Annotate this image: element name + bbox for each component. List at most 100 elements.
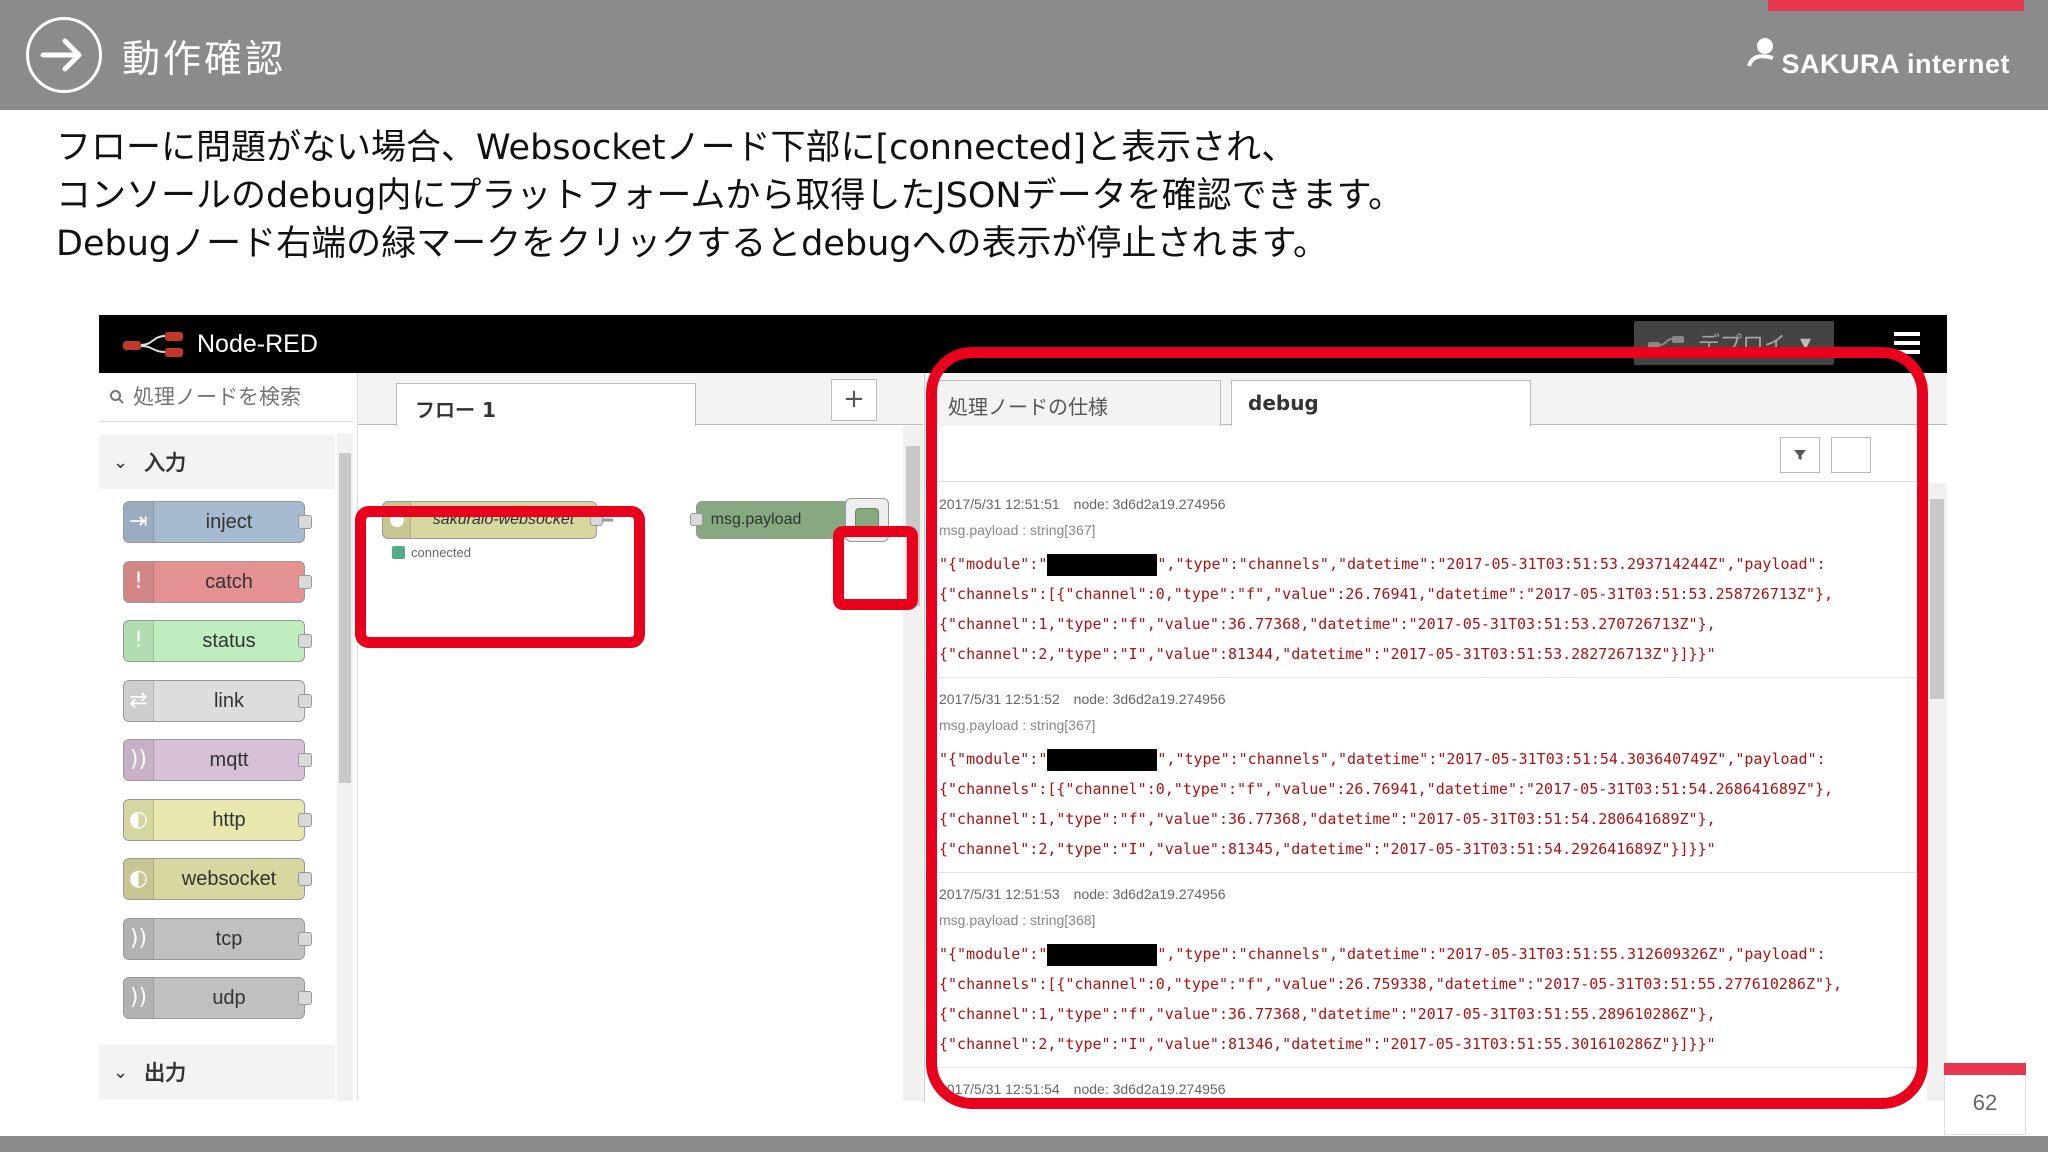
page-number-accent — [1944, 1063, 2026, 1075]
trash-icon[interactable] — [1831, 437, 1871, 473]
scroll-thumb[interactable] — [339, 453, 351, 783]
category-label: 出力 — [144, 1061, 187, 1085]
hamburger-menu-icon[interactable] — [1894, 332, 1920, 354]
debug-node[interactable]: msg.payload — [690, 498, 889, 542]
deploy-button[interactable]: デプロイ ▾ — [1634, 321, 1834, 365]
sidebar-scrollbar[interactable] — [1927, 483, 1947, 1101]
chevron-down-icon: ⌄ — [113, 1061, 129, 1083]
add-flow-button[interactable]: + — [831, 379, 877, 421]
scroll-thumb[interactable] — [906, 446, 920, 606]
brand-name: SAKURA internet — [1781, 49, 2010, 79]
palette-node-mqtt[interactable]: )) mqtt — [123, 739, 312, 781]
palette-node-websocket[interactable]: ◐ websocket — [123, 858, 312, 900]
nodered-title: Node-RED — [197, 329, 318, 358]
node-label: inject — [205, 511, 253, 533]
search-input[interactable] — [133, 385, 323, 409]
node-label: catch — [205, 570, 253, 593]
debug-message: 2017/5/31 12:51:52 node: 3d6d2a19.274956 … — [925, 678, 1925, 873]
message-type: msg.payload : string[367] — [939, 717, 1096, 733]
footer-bar — [0, 1136, 2048, 1152]
palette-scrollbar[interactable] — [337, 433, 353, 1101]
flow-canvas[interactable]: sakuraio-websocket connected msg.payload — [358, 426, 903, 1101]
payload-text: {"channel":2,"type":"I","value":81346,"d… — [939, 1035, 1716, 1053]
debug-active-icon — [855, 508, 879, 532]
slide-header: 動作確認 SAKURA internet — [0, 0, 2048, 110]
output-port[interactable] — [298, 931, 312, 946]
palette-node-udp[interactable]: )) udp — [123, 977, 312, 1019]
payload-text: "{"module":" — [939, 750, 1048, 768]
message-node[interactable]: node: 3d6d2a19.274956 — [1074, 886, 1226, 902]
output-port[interactable] — [298, 753, 312, 767]
payload-text: {"channel":1,"type":"f","value":36.77368… — [939, 1005, 1716, 1023]
status-icon: ! — [124, 621, 154, 661]
workspace-scrollbar[interactable] — [903, 426, 923, 1101]
payload-text: "{"module":" — [939, 555, 1048, 573]
message-node[interactable]: node: 3d6d2a19.274956 — [1074, 496, 1226, 512]
deploy-icon — [1648, 336, 1684, 349]
message-meta: 2017/5/31 12:51:54 node: 3d6d2a19.274956 — [939, 1076, 1925, 1101]
sidebar-tabs: 処理ノードの仕様 debug — [925, 373, 1947, 426]
output-port[interactable] — [298, 991, 312, 1005]
slide-description: フローに問題がない場合、Websocketノード下部に[connected]と表… — [56, 124, 2016, 268]
payload-text: ","type":"channels","datetime":"2017-05-… — [1157, 750, 1826, 768]
websocket-icon — [383, 502, 411, 538]
palette-category-input[interactable]: ⌄ 入力 — [99, 435, 335, 489]
output-port[interactable] — [298, 515, 312, 529]
output-port[interactable] — [298, 812, 312, 827]
debug-message: 2017/5/31 12:51:53 node: 3d6d2a19.274956 … — [925, 873, 1925, 1068]
output-port[interactable] — [298, 634, 312, 648]
payload-text: {"channel":1,"type":"f","value":36.77368… — [939, 615, 1716, 633]
palette-node-status[interactable]: ! status — [123, 620, 312, 662]
sidebar: 処理ノードの仕様 debug 2017/5/31 12:51:51 node: 3… — [924, 373, 1947, 1101]
output-port[interactable] — [298, 872, 312, 886]
output-port[interactable] — [590, 513, 603, 526]
nodered-screenshot: Node-RED デプロイ ▾ ⌄ 入力 ⇥ inject! catch! statu… — [99, 315, 1947, 1101]
palette-node-http[interactable]: ◐ http — [123, 798, 312, 841]
message-payload: "{"module":" ","type":"channels","datetim… — [939, 744, 1925, 864]
palette-node-link[interactable]: ⇄ link — [123, 679, 312, 722]
node-label: status — [202, 630, 256, 652]
page-number: 62 — [1972, 1090, 1998, 1115]
mqtt-icon: )) — [124, 740, 154, 780]
chevron-down-icon: ⌄ — [113, 451, 129, 473]
palette-node-catch[interactable]: ! catch — [123, 560, 312, 603]
payload-text: {"channels":[{"channel":0,"type":"f","va… — [939, 585, 1834, 603]
udp-icon: )) — [124, 978, 154, 1018]
arrow-right-circle-icon — [26, 17, 102, 93]
palette-category-output[interactable]: ⌄ 出力 — [99, 1045, 335, 1099]
tab-debug[interactable]: debug — [1231, 380, 1531, 426]
description-line: フローに問題がない場合、Websocketノード下部に[connected]と表… — [56, 128, 1297, 168]
catch-icon: ! — [124, 561, 154, 602]
message-node[interactable]: node: 3d6d2a19.274956 — [1074, 691, 1226, 707]
websocket-in-node[interactable]: sakuraio-websocket — [382, 501, 603, 539]
node-label: mqtt — [209, 749, 249, 771]
tab-info[interactable]: 処理ノードの仕様 — [931, 380, 1221, 426]
filter-button[interactable] — [1780, 437, 1820, 473]
description-line: Debugノード右端の緑マークをクリックするとdebugへの表示が停止されます。 — [56, 224, 1328, 264]
palette-node-tcp[interactable]: )) tcp — [123, 917, 312, 960]
tab-flow-1[interactable]: フロー 1 — [396, 383, 696, 426]
output-port[interactable] — [298, 693, 312, 708]
message-payload: "{"module":" ","type":"channels","datetim… — [939, 549, 1925, 669]
payload-text: {"channel":2,"type":"I","value":81344,"d… — [939, 645, 1716, 663]
message-timestamp: 2017/5/31 12:51:51 — [939, 496, 1060, 512]
node-label: link — [213, 689, 244, 712]
message-type: msg.payload : string[367] — [939, 522, 1096, 538]
description-line: コンソールのdebug内にプラットフォームから取得したJSONデータを確認できま… — [56, 176, 1404, 216]
message-type: msg.payload : string[368] — [939, 912, 1096, 928]
output-port[interactable] — [298, 574, 312, 589]
palette-node-inject[interactable]: ⇥ inject — [123, 501, 312, 543]
payload-text: {"channels":[{"channel":0,"type":"f","va… — [939, 780, 1834, 798]
http-icon: ◐ — [124, 799, 154, 840]
scroll-thumb[interactable] — [1930, 499, 1944, 699]
debug-toggle-button[interactable] — [845, 498, 889, 542]
tcp-icon: )) — [124, 918, 154, 959]
nodered-header: Node-RED デプロイ ▾ — [99, 315, 1947, 373]
payload-text: "{"module":" — [939, 945, 1048, 963]
message-node[interactable]: node: 3d6d2a19.274956 — [1074, 1081, 1226, 1097]
payload-text: ","type":"channels","datetime":"2017-05-… — [1157, 945, 1826, 963]
inject-icon: ⇥ — [124, 502, 154, 542]
caret-down-icon[interactable]: ▾ — [1800, 331, 1811, 356]
message-meta: 2017/5/31 12:51:51 node: 3d6d2a19.274956 — [939, 491, 1925, 517]
node-label: websocket — [181, 868, 277, 890]
